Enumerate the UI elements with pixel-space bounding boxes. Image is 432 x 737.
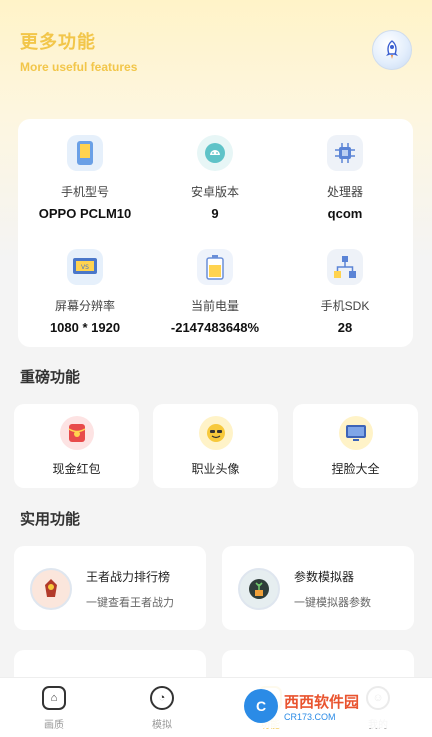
utility-param-simulator[interactable]: 参数模拟器 一键模拟器参数	[222, 546, 414, 630]
plant-icon	[238, 568, 280, 610]
feature-face-editing[interactable]: 捏脸大全	[293, 404, 418, 488]
utility-subtitle: 一键查看王者战力	[86, 597, 174, 609]
info-label: 处理器	[326, 185, 363, 199]
device-info-sdk: 手机SDK 28	[280, 249, 410, 335]
utility-hok-power-ranking[interactable]: 王者战力排行榜 一键查看王者战力	[14, 546, 206, 630]
warrior-icon	[30, 568, 72, 610]
info-label: 当前电量	[190, 299, 239, 313]
info-value: qcom	[327, 206, 363, 221]
rocket-icon[interactable]	[372, 30, 412, 70]
info-label: 手机SDK	[320, 299, 370, 313]
info-value: 28	[337, 320, 353, 335]
page-header: 更多功能 More useful features	[20, 28, 137, 74]
utility-subtitle: 一键模拟器参数	[294, 597, 371, 609]
info-label: 屏幕分辨率	[54, 299, 115, 313]
page-title: 更多功能	[20, 32, 96, 52]
device-info-card: 手机型号 OPPO PCLM10 安卓版本 9 处理器 qcom VS 屏幕分辨…	[18, 119, 413, 347]
watermark-overlay: C 西西软件园 CR173.COM	[236, 684, 410, 728]
info-value: OPPO PCLM10	[38, 206, 132, 221]
feature-cash-red-envelope[interactable]: 现金红包	[14, 404, 139, 488]
info-value: 1080 * 1920	[49, 320, 121, 335]
utility-title: 参数模拟器	[294, 570, 355, 584]
android-icon	[197, 135, 233, 171]
feature-label: 捏脸大全	[331, 462, 380, 476]
chip-icon	[327, 135, 363, 171]
device-info-processor: 处理器 qcom	[280, 135, 410, 221]
info-value: 9	[211, 206, 219, 221]
face-icon	[338, 416, 373, 450]
chart-icon: ◔	[150, 686, 174, 710]
featured-section-title: 重磅功能	[20, 369, 81, 386]
home-icon: ⌂	[42, 686, 66, 710]
feature-label: 现金红包	[52, 462, 101, 476]
info-value: -2147483648%	[170, 320, 260, 335]
watermark-text: 西西软件园	[284, 693, 360, 711]
screen-icon: VS	[67, 249, 103, 285]
device-info-battery: 当前电量 -2147483648%	[150, 249, 280, 335]
page-subtitle: More useful features	[20, 60, 138, 74]
feature-professional-avatar[interactable]: 职业头像	[153, 404, 278, 488]
info-label: 安卓版本	[190, 185, 239, 199]
device-info-resolution: VS 屏幕分辨率 1080 * 1920	[20, 249, 150, 335]
utility-title: 王者战力排行榜	[86, 570, 171, 584]
svg-text:VS: VS	[81, 264, 89, 271]
info-label: 手机型号	[60, 185, 109, 199]
nav-item-quality[interactable]: ⌂ 画质	[24, 686, 84, 731]
feature-label: 职业头像	[191, 462, 240, 476]
avatar-icon	[198, 416, 233, 450]
nav-item-simulate[interactable]: ◔ 模拟	[132, 686, 192, 731]
device-info-android-version: 安卓版本 9	[150, 135, 280, 221]
nav-label: 画质	[44, 720, 64, 731]
battery-icon	[197, 249, 233, 285]
watermark-subtext: CR173.COM	[284, 711, 336, 722]
utility-section-title: 实用功能	[20, 511, 81, 528]
phone-icon	[67, 135, 103, 171]
red-envelope-icon	[59, 416, 94, 450]
sdk-icon	[327, 249, 363, 285]
device-info-phone-model: 手机型号 OPPO PCLM10	[20, 135, 150, 221]
watermark-logo-icon: C	[244, 689, 278, 723]
nav-label: 模拟	[152, 720, 172, 731]
